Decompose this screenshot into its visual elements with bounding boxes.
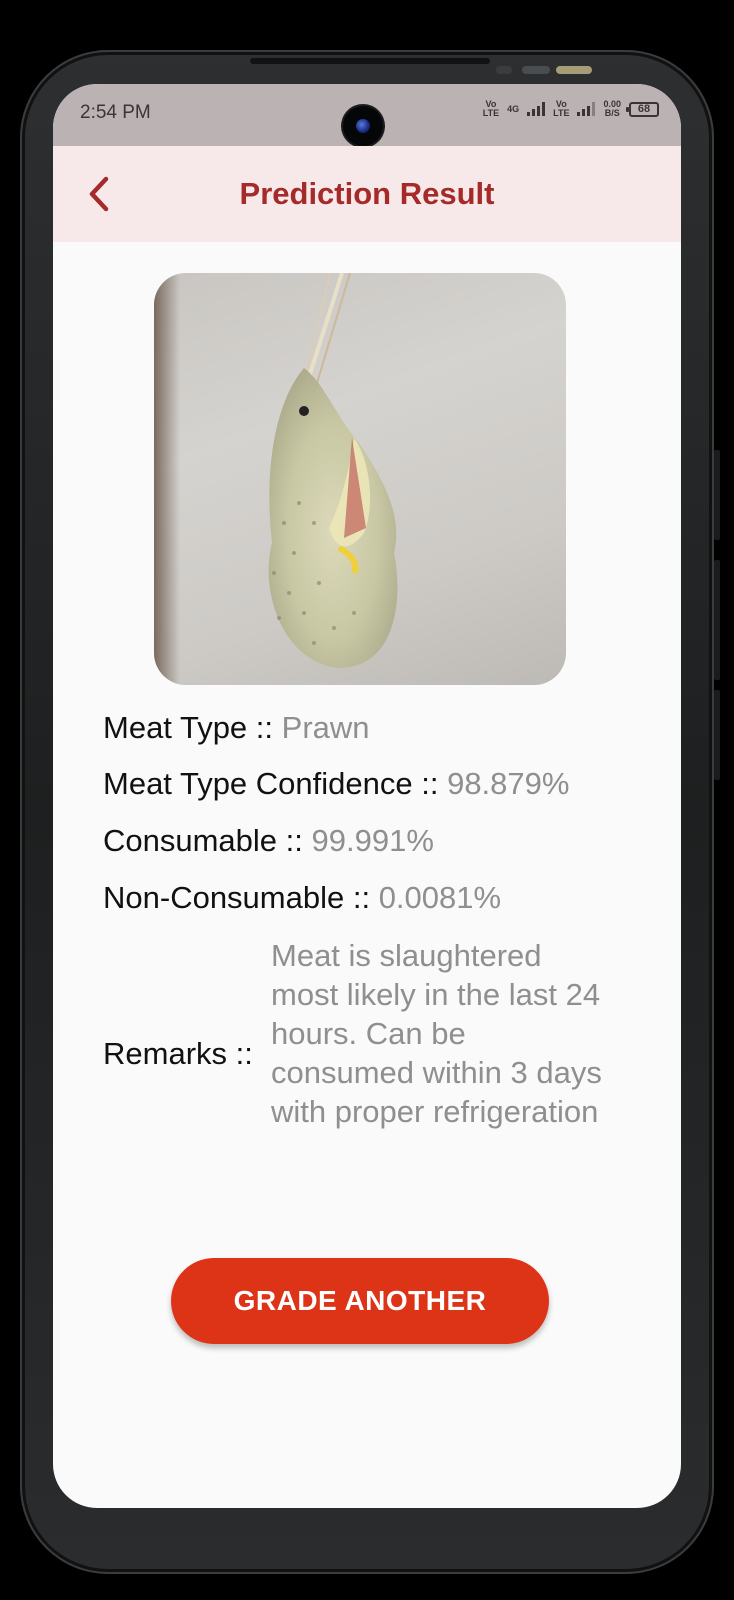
volume-button bbox=[714, 450, 720, 540]
signal-strength-icon bbox=[577, 102, 596, 116]
network-speed: 0.00 B/S bbox=[603, 100, 621, 118]
network-speed-unit: B/S bbox=[604, 108, 620, 118]
consumable-value: 99.991% bbox=[311, 823, 434, 858]
volte-bottom-text: LTE bbox=[553, 108, 570, 118]
confidence-value: 98.879% bbox=[447, 766, 570, 801]
status-bar: 2:54 PM Vo LTE 4G Vo LTE 0.00 B/S 68 bbox=[53, 84, 681, 146]
app-bar: Prediction Result bbox=[53, 146, 681, 242]
earpiece-speaker bbox=[250, 58, 490, 64]
meat-photo bbox=[154, 273, 566, 685]
confidence-label: Meat Type Confidence :: bbox=[103, 766, 448, 801]
non-consumable-row: Non-Consumable :: 0.0081% bbox=[103, 880, 663, 916]
network-type-text: 4G bbox=[507, 103, 520, 114]
non-consumable-label: Non-Consumable :: bbox=[103, 880, 379, 915]
signal-strength-icon bbox=[527, 102, 546, 116]
consumable-row: Consumable :: 99.991% bbox=[103, 823, 663, 859]
volte-indicator-2: Vo LTE bbox=[553, 100, 569, 118]
volte-bottom-text: LTE bbox=[482, 108, 500, 118]
sensor bbox=[496, 66, 512, 74]
meat-type-row: Meat Type :: Prawn bbox=[103, 710, 663, 746]
phone-screen: 2:54 PM Vo LTE 4G Vo LTE 0.00 B/S 68 Pre… bbox=[53, 84, 681, 1508]
meat-type-value: Prawn bbox=[281, 710, 370, 745]
network-type: 4G bbox=[507, 103, 520, 114]
consumable-label: Consumable :: bbox=[103, 823, 312, 858]
status-time: 2:54 PM bbox=[80, 102, 151, 123]
battery-level: 68 bbox=[637, 103, 651, 115]
non-consumable-value: 0.0081% bbox=[378, 880, 502, 915]
side-key bbox=[714, 690, 720, 780]
prawn-image bbox=[154, 273, 398, 685]
meat-type-label: Meat Type :: bbox=[103, 710, 282, 745]
remarks-value: Meat is slaughtered most likely in the l… bbox=[271, 938, 602, 1129]
front-camera bbox=[343, 106, 383, 146]
page-title: Prediction Result bbox=[239, 176, 495, 211]
volte-indicator-1: Vo LTE bbox=[483, 100, 499, 118]
status-icons: Vo LTE 4G Vo LTE 0.00 B/S 68 bbox=[483, 100, 659, 118]
remarks-label: Remarks :: bbox=[103, 1036, 253, 1071]
confidence-row: Meat Type Confidence :: 98.879% bbox=[103, 766, 663, 802]
sensor bbox=[556, 66, 592, 74]
sensor bbox=[522, 66, 550, 74]
power-button bbox=[714, 560, 720, 680]
battery-icon: 68 bbox=[626, 101, 659, 117]
grade-another-button[interactable]: GRADE ANOTHER bbox=[171, 1258, 549, 1344]
